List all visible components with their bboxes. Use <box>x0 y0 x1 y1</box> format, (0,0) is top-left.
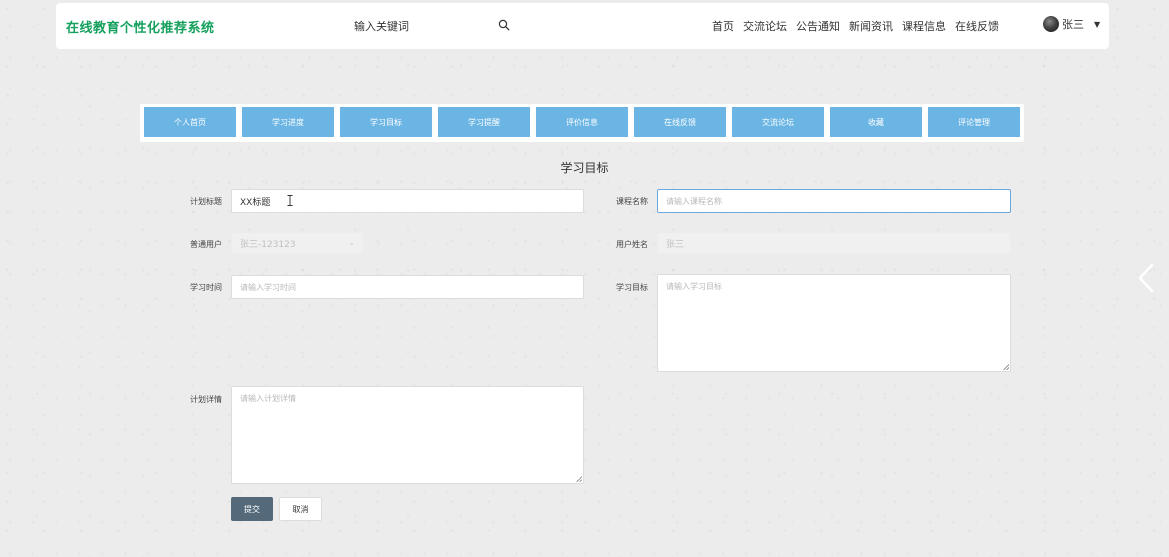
page-title: 学习目标 <box>560 161 609 175</box>
user-menu[interactable]: 张三 ▼ <box>1043 16 1100 32</box>
tab-feedback[interactable]: 在线反馈 <box>634 107 726 137</box>
resize-handle-icon[interactable] <box>576 476 582 482</box>
tab-reminders[interactable]: 学习提醒 <box>438 107 530 137</box>
user-name[interactable]: 张三 <box>1062 16 1084 32</box>
study-goal-placeholder: 请输入学习目标 <box>666 282 722 291</box>
study-time-placeholder: 请输入学习时间 <box>240 282 296 292</box>
study-time-label: 学习时间 <box>190 283 222 292</box>
top-header: 在线教育个性化推荐系统 输入关键词 首页 交流论坛 公告通知 新闻资讯 课程信息… <box>56 3 1109 49</box>
main-nav: 首页 交流论坛 公告通知 新闻资讯 课程信息 在线反馈 <box>712 18 1008 34</box>
plan-detail-label: 计划详情 <box>190 395 222 404</box>
study-goal-textarea[interactable]: 请输入学习目标 <box>657 274 1011 372</box>
nav-item-courses[interactable]: 课程信息 <box>902 18 946 34</box>
course-name-label: 课程名称 <box>616 197 648 206</box>
plan-detail-textarea[interactable]: 请输入计划详情 <box>231 386 584 484</box>
avatar[interactable] <box>1043 16 1059 32</box>
chevron-left-icon[interactable] <box>1136 262 1156 294</box>
tab-goals[interactable]: 学习目标 <box>340 107 432 137</box>
study-goal-label: 学习目标 <box>616 283 648 292</box>
study-time-input[interactable]: 请输入学习时间 <box>231 275 584 299</box>
plan-detail-placeholder: 请输入计划详情 <box>240 394 296 403</box>
course-name-input[interactable]: 请输入课程名称 <box>657 189 1011 213</box>
nav-item-notice[interactable]: 公告通知 <box>796 18 840 34</box>
course-name-placeholder: 请输入课程名称 <box>666 196 722 206</box>
user-label: 普通用户 <box>190 240 222 249</box>
tab-favorites[interactable]: 收藏 <box>830 107 922 137</box>
tab-progress[interactable]: 学习进度 <box>242 107 334 137</box>
plan-title-input[interactable]: XX标题 <box>231 189 584 213</box>
user-name-value: 张三 <box>666 239 685 250</box>
plan-title-label: 计划标题 <box>190 197 222 206</box>
user-name-input[interactable]: 张三 <box>657 232 1011 254</box>
tab-forum[interactable]: 交流论坛 <box>732 107 824 137</box>
tab-comments[interactable]: 评论管理 <box>928 107 1020 137</box>
user-name-label: 用户姓名 <box>616 240 648 249</box>
user-select[interactable]: 张三-123123 ⌄ <box>231 232 364 254</box>
text-cursor-icon <box>287 195 293 206</box>
nav-item-home[interactable]: 首页 <box>712 18 734 34</box>
plan-title-value: XX标题 <box>240 197 271 208</box>
search-input[interactable]: 输入关键词 <box>354 18 409 34</box>
submit-button[interactable]: 提交 <box>231 497 273 521</box>
cancel-button[interactable]: 取消 <box>279 497 322 521</box>
center-tabs: 个人首页 学习进度 学习目标 学习提醒 评价信息 在线反馈 交流论坛 收藏 评论… <box>140 104 1024 142</box>
caret-down-icon[interactable]: ▼ <box>1094 20 1100 29</box>
chevron-down-icon: ⌄ <box>348 238 355 247</box>
nav-item-feedback[interactable]: 在线反馈 <box>955 18 999 34</box>
resize-handle-icon[interactable] <box>1003 364 1009 370</box>
user-select-value: 张三-123123 <box>240 239 296 250</box>
nav-item-forum[interactable]: 交流论坛 <box>743 18 787 34</box>
tab-personal-home[interactable]: 个人首页 <box>144 107 236 137</box>
site-logo[interactable]: 在线教育个性化推荐系统 <box>66 17 215 36</box>
search-icon[interactable] <box>498 19 510 31</box>
nav-item-news[interactable]: 新闻资讯 <box>849 18 893 34</box>
tab-reviews[interactable]: 评价信息 <box>536 107 628 137</box>
